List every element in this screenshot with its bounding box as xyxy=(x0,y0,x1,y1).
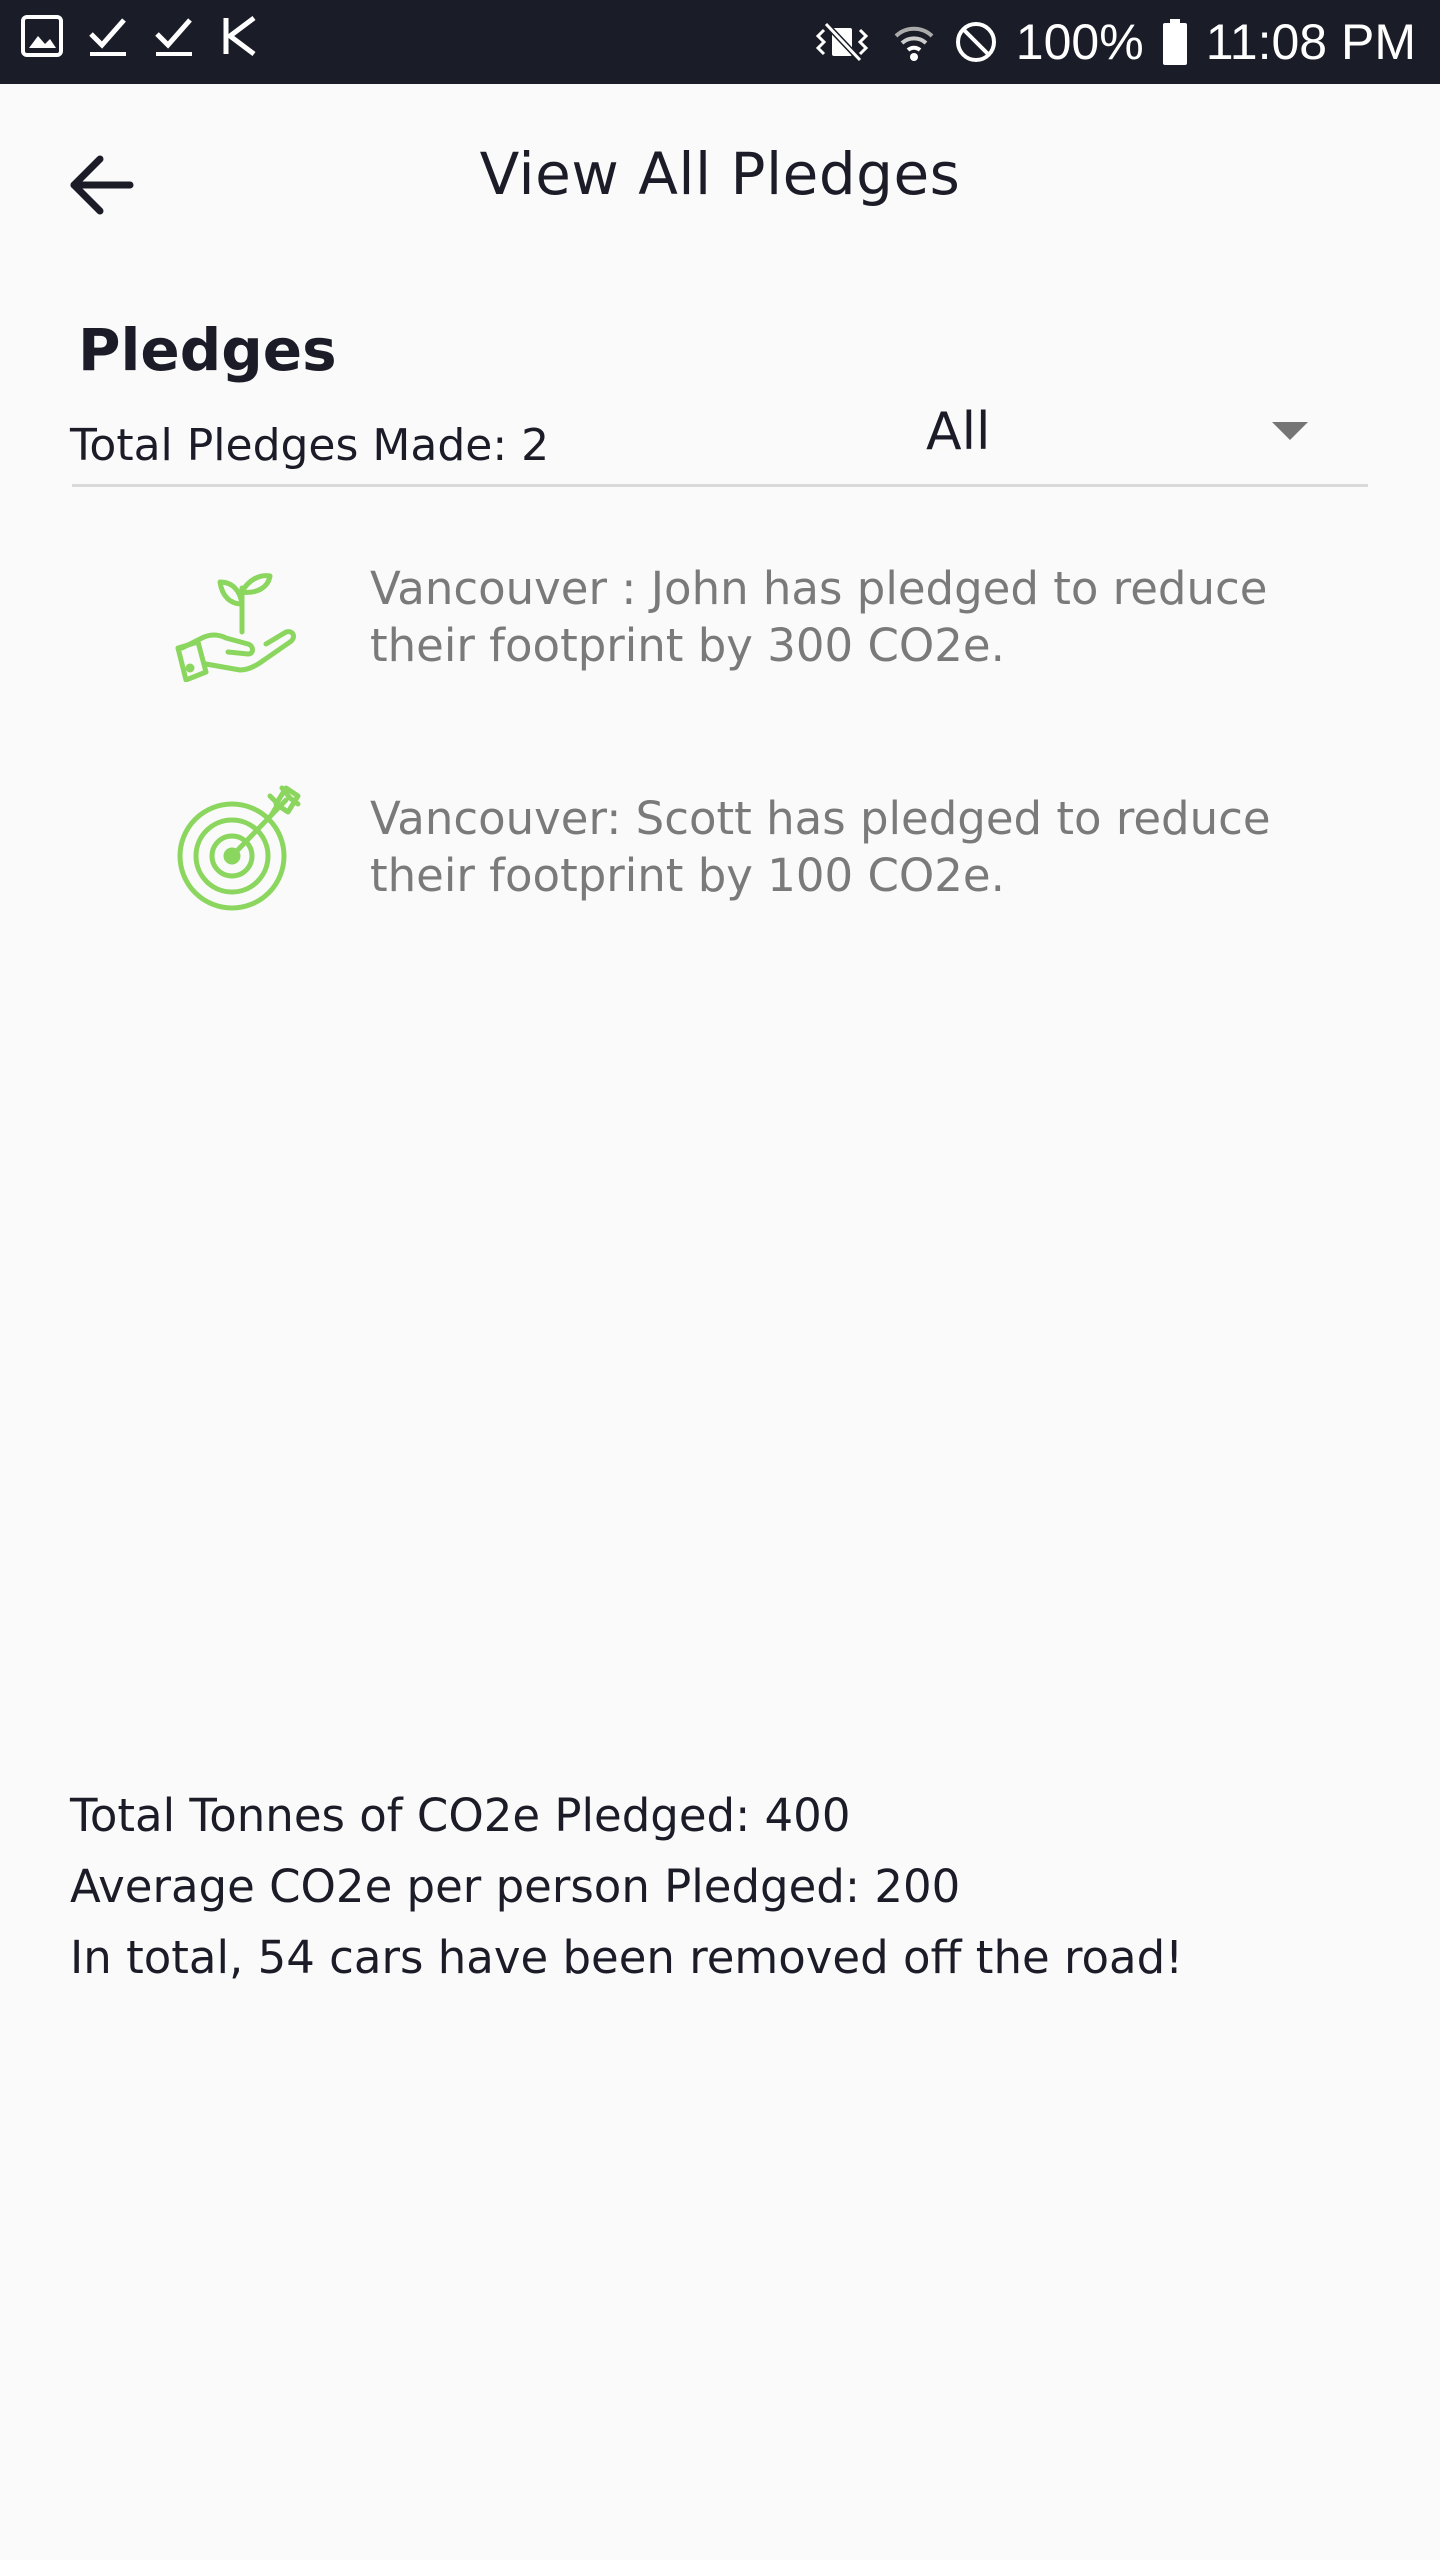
pledge-list-item[interactable]: Vancouver : John has pledged to reduce t… xyxy=(170,552,1370,692)
filter-dropdown[interactable]: All xyxy=(920,400,1320,470)
page-title: View All Pledges xyxy=(479,140,961,208)
check-icon xyxy=(152,14,196,58)
vibrate-icon xyxy=(810,20,874,64)
pledge-list-item[interactable]: Vancouver: Scott has pledged to reduce t… xyxy=(170,782,1370,922)
clock: 11:08 PM xyxy=(1205,14,1416,70)
total-pledges-label: Total Pledges Made: 2 xyxy=(70,420,550,471)
dropdown-arrow-icon xyxy=(1272,422,1308,440)
battery-percent: 100% xyxy=(1015,14,1144,70)
cars-removed-text: In total, 54 cars have been removed off … xyxy=(70,1931,1184,1984)
divider xyxy=(72,484,1368,487)
pledge-text: Vancouver : John has pledged to reduce t… xyxy=(370,562,1268,672)
target-icon xyxy=(170,782,310,912)
status-bar: 100% 11:08 PM xyxy=(0,0,1440,84)
check-icon xyxy=(86,14,130,58)
section-title: Pledges xyxy=(78,316,337,384)
pledge-summary: Total Tonnes of CO2e Pledged: 400 Averag… xyxy=(70,1780,1183,1993)
k-icon xyxy=(218,14,262,58)
image-icon xyxy=(20,14,64,58)
average-co2e-text: Average CO2e per person Pledged: 200 xyxy=(70,1860,961,1913)
wifi-icon xyxy=(892,20,936,64)
total-tonnes-text: Total Tonnes of CO2e Pledged: 400 xyxy=(70,1789,851,1842)
plant-in-hand-icon xyxy=(170,552,310,683)
status-notifications xyxy=(20,14,262,58)
pledge-text: Vancouver: Scott has pledged to reduce t… xyxy=(370,792,1271,902)
status-system: 100% 11:08 PM xyxy=(810,8,1416,76)
battery-icon xyxy=(1162,19,1188,65)
filter-selected-value: All xyxy=(926,402,991,462)
do-not-disturb-icon xyxy=(954,20,998,64)
